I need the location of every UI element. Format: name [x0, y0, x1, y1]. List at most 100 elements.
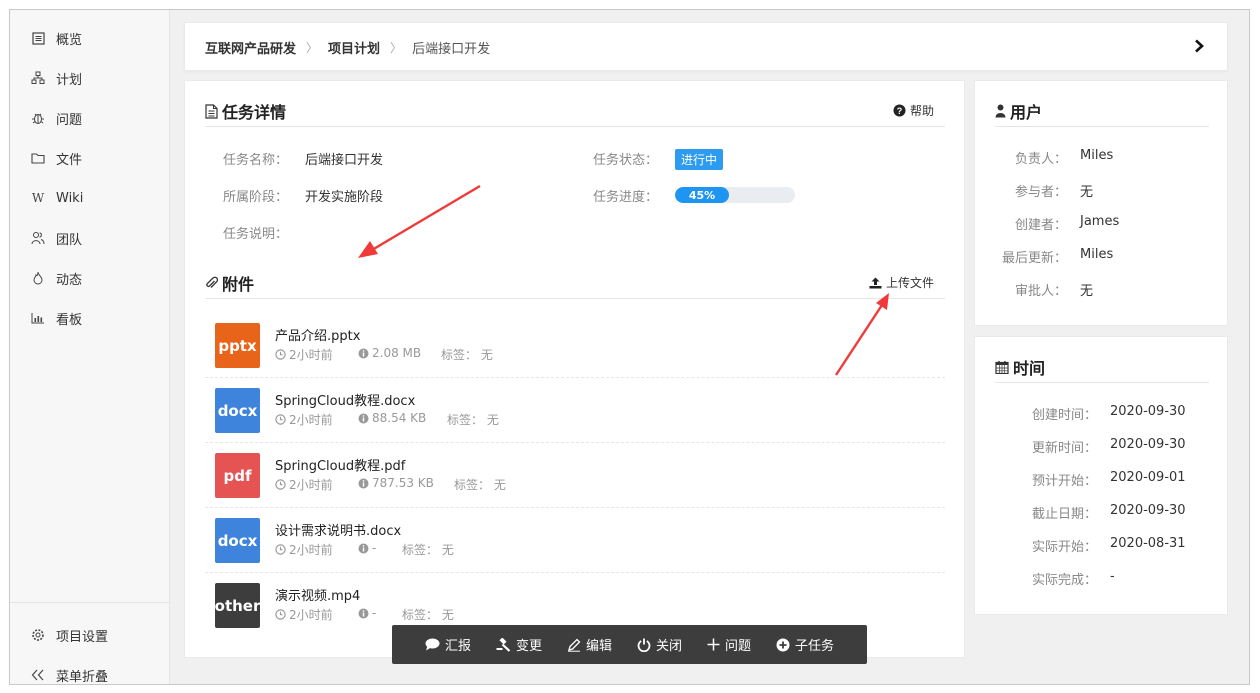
sidebar-item-overview[interactable]: 概览 — [30, 28, 82, 48]
owner-value: Miles — [1080, 148, 1114, 163]
sidebar-item-board[interactable]: 看板 — [30, 308, 82, 328]
task-name-label: 任务名称： — [223, 153, 289, 168]
approver-label: 审批人： — [1014, 284, 1067, 299]
users-title: 用户 — [995, 99, 1042, 123]
chevron-right-icon — [1195, 39, 1204, 53]
app-window: 概览 计划 问题 文件 W Wiki 团队 动态 看板 项目设置 菜单折叠 互联… — [9, 9, 1250, 685]
file-size-text: - — [372, 606, 377, 620]
report-button[interactable]: 汇报 — [425, 635, 471, 654]
edit-button[interactable]: 编辑 — [567, 635, 612, 654]
overview-icon — [30, 30, 46, 46]
sidebar-item-issues[interactable]: 问题 — [30, 108, 82, 128]
sidebar-item-wiki[interactable]: W Wiki — [30, 188, 84, 208]
project-settings-button[interactable]: 项目设置 — [30, 625, 108, 645]
info-icon — [358, 348, 369, 359]
upload-file-button[interactable]: 上传文件 — [869, 274, 934, 291]
double-chevron-left-icon — [30, 667, 46, 683]
help-button[interactable]: ? 帮助 — [893, 102, 934, 119]
bug-icon — [30, 110, 46, 126]
document-icon — [205, 103, 218, 119]
task-detail-title-text: 任务详情 — [222, 103, 287, 122]
sidebar-item-plan[interactable]: 计划 — [30, 68, 82, 88]
file-type-icon: docx — [215, 388, 260, 433]
deadline-value: 2020-09-30 — [1110, 503, 1186, 518]
file-name[interactable]: 设计需求说明书.docx — [275, 520, 401, 539]
file-time: 2小时前 — [275, 606, 333, 623]
participants-value: 无 — [1080, 185, 1094, 200]
task-progress-text: 45% — [688, 188, 716, 202]
attachments-title: 附件 — [205, 271, 254, 295]
task-progress-fill: 45% — [675, 187, 729, 203]
help-label: 帮助 — [909, 104, 934, 118]
sidebar-item-files[interactable]: 文件 — [30, 148, 82, 168]
plus-icon — [707, 638, 720, 651]
add-issue-button[interactable]: 问题 — [707, 635, 751, 654]
activity-icon — [30, 270, 46, 286]
actual-start-label: 实际开始： — [1031, 540, 1097, 555]
clock-icon — [275, 414, 286, 425]
creator-label: 创建者： — [1014, 218, 1067, 233]
clock-icon — [275, 544, 286, 555]
updated-time-value: 2020-09-30 — [1110, 437, 1186, 452]
file-size-text: - — [372, 541, 377, 555]
attachments-title-text: 附件 — [222, 275, 255, 294]
participants-label: 参与者： — [1014, 185, 1067, 200]
info-icon — [358, 543, 369, 554]
calendar-icon — [995, 360, 1009, 374]
info-icon — [358, 413, 369, 424]
upload-file-label: 上传文件 — [885, 276, 934, 290]
add-subtask-button[interactable]: 子任务 — [776, 635, 834, 654]
task-phase-label: 所属阶段： — [223, 190, 289, 205]
file-name[interactable]: 演示视频.mp4 — [275, 585, 360, 604]
divider — [205, 298, 945, 299]
actual-finish-label: 实际完成： — [1031, 573, 1097, 588]
expand-panel-button[interactable] — [1189, 35, 1209, 57]
file-name[interactable]: SpringCloud教程.pdf — [275, 455, 405, 474]
time-title-text: 时间 — [1013, 359, 1046, 378]
change-button[interactable]: 变更 — [496, 635, 542, 654]
sidebar-item-label: 团队 — [56, 232, 83, 248]
file-size: - — [358, 606, 376, 620]
sidebar-item-label: 看板 — [56, 312, 83, 328]
user-icon — [995, 104, 1006, 118]
sidebar-item-label: 概览 — [56, 32, 83, 48]
sidebar-item-label: 动态 — [56, 272, 83, 288]
file-size: 2.08 MB — [358, 346, 421, 360]
file-tags: 标签： 无 — [441, 348, 493, 362]
status-badge: 进行中 — [675, 149, 724, 170]
divider — [205, 126, 945, 127]
file-size-text: 787.53 KB — [372, 476, 434, 490]
task-phase-value: 开发实施阶段 — [305, 190, 384, 205]
actual-finish-value: - — [1110, 569, 1115, 584]
breadcrumb-item-plan[interactable]: 项目计划 — [328, 38, 380, 57]
close-task-button[interactable]: 关闭 — [637, 635, 682, 654]
sidebar-item-label: Wiki — [56, 190, 84, 206]
file-name[interactable]: 产品介绍.pptx — [275, 325, 360, 344]
last-updated-by-value: Miles — [1080, 247, 1114, 262]
sidebar-item-team[interactable]: 团队 — [30, 228, 82, 248]
planned-start-value: 2020-09-01 — [1110, 470, 1186, 485]
add-issue-label: 问题 — [724, 639, 751, 654]
clock-icon — [275, 349, 286, 360]
creator-value: James — [1080, 214, 1120, 229]
attachment-list: pptx 产品介绍.pptx 2小时前 2.08 MB 标签： 无 docx S… — [185, 313, 966, 643]
attachment-item[interactable]: docx 设计需求说明书.docx 2小时前 - 标签： 无 — [205, 508, 945, 573]
attachment-item[interactable]: docx SpringCloud教程.docx 2小时前 88.54 KB 标签… — [205, 378, 945, 443]
owner-label: 负责人： — [1014, 152, 1067, 167]
plan-icon — [30, 70, 46, 86]
attachment-item[interactable]: pptx 产品介绍.pptx 2小时前 2.08 MB 标签： 无 — [205, 313, 945, 378]
team-icon — [30, 230, 46, 246]
report-label: 汇报 — [444, 639, 471, 654]
time-title: 时间 — [995, 355, 1045, 379]
collapse-menu-button[interactable]: 菜单折叠 — [30, 665, 108, 684]
breadcrumb-item-current: 后端接口开发 — [412, 42, 491, 57]
task-detail-title: 任务详情 — [205, 99, 286, 123]
file-tags: 标签： 无 — [447, 413, 499, 427]
file-name[interactable]: SpringCloud教程.docx — [275, 390, 415, 409]
sidebar-item-activity[interactable]: 动态 — [30, 268, 82, 288]
file-size-text: 2.08 MB — [372, 346, 422, 360]
breadcrumb-item-project[interactable]: 互联网产品研发 — [205, 38, 296, 57]
attachment-item[interactable]: pdf SpringCloud教程.pdf 2小时前 787.53 KB 标签：… — [205, 443, 945, 508]
file-size: 88.54 KB — [358, 411, 426, 425]
task-name-value: 后端接口开发 — [305, 153, 384, 168]
